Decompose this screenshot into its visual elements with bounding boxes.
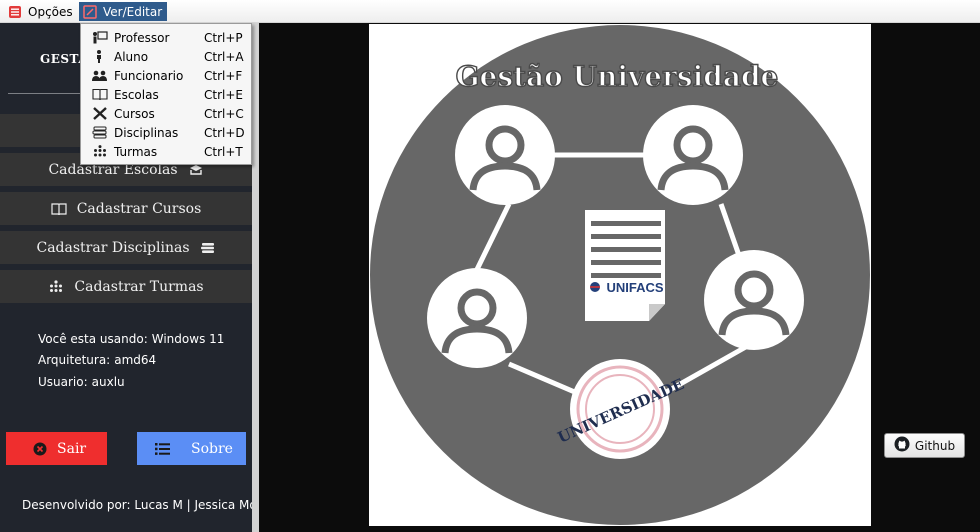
list-icon (155, 442, 171, 460)
sobre-button[interactable]: Sobre (137, 432, 246, 465)
menu-ver-editar-label: Ver/Editar (103, 4, 163, 19)
os-value: Windows 11 (151, 332, 225, 346)
menu-item-professor[interactable]: Professor Ctrl+P (81, 28, 251, 47)
github-icon (894, 436, 910, 455)
menu-item-shortcut: Ctrl+A (204, 49, 244, 64)
edit-icon (83, 4, 97, 19)
logo-title: Gestão Universidade (456, 60, 779, 93)
tools-icon (92, 107, 108, 120)
sair-button[interactable]: Sair (6, 432, 107, 465)
student-icon (92, 50, 108, 63)
menu-ver-editar[interactable]: Ver/Editar (79, 2, 168, 21)
menu-item-shortcut: Ctrl+C (204, 106, 244, 121)
cadastrar-cursos-button[interactable]: Cadastrar Cursos (0, 192, 252, 225)
menu-item-funcionario[interactable]: Funcionario Ctrl+F (81, 66, 251, 85)
cadastrar-disciplinas-button[interactable]: Cadastrar Disciplinas (0, 231, 252, 264)
github-label: Github (914, 438, 956, 453)
university-logo: UNIFACS UNIVERSIDADE Gestão Universidade (369, 24, 871, 526)
arch-value: amd64 (114, 353, 157, 367)
sidebar-button-label: Cadastrar Cursos (76, 200, 202, 217)
ver-editar-dropdown: Professor Ctrl+P Aluno Ctrl+A Funcionari… (80, 23, 252, 165)
menu-item-label: Turmas (114, 144, 158, 159)
user-label: Usuario: (38, 375, 88, 389)
menu-item-shortcut: Ctrl+T (204, 144, 243, 159)
cadastrar-turmas-button[interactable]: Cadastrar Turmas (0, 270, 252, 303)
menu-item-label: Funcionario (114, 68, 184, 83)
sidebar-button-label: Cadastrar Disciplinas (36, 239, 190, 256)
list-icon (8, 5, 22, 19)
menu-item-label: Professor (114, 30, 170, 45)
stack-books-icon (92, 126, 108, 139)
doc-brand: UNIFACS (606, 280, 663, 295)
group-icon (92, 69, 108, 82)
menu-item-cursos[interactable]: Cursos Ctrl+C (81, 104, 251, 123)
arch-label: Arquitetura: (38, 353, 111, 367)
menu-item-label: Disciplinas (114, 125, 179, 140)
sidebar-button-label: Cadastrar Turmas (74, 278, 204, 295)
menu-opcoes[interactable]: Opções (4, 2, 78, 21)
menu-item-shortcut: Ctrl+E (204, 87, 243, 102)
user-info: Usuario: auxlu (38, 375, 125, 389)
menu-item-aluno[interactable]: Aluno Ctrl+A (81, 47, 251, 66)
menu-item-escolas[interactable]: Escolas Ctrl+E (81, 85, 251, 104)
menu-item-label: Escolas (114, 87, 159, 102)
menu-item-disciplinas[interactable]: Disciplinas Ctrl+D (81, 123, 251, 142)
book-icon (51, 202, 67, 216)
menu-bar: Opções Ver/Editar (0, 0, 980, 23)
user-value: auxlu (91, 375, 125, 389)
sobre-label: Sobre (191, 440, 233, 457)
menu-item-turmas[interactable]: Turmas Ctrl+T (81, 142, 251, 161)
sair-label: Sair (57, 440, 87, 457)
split-divider[interactable] (252, 23, 259, 532)
book-icon (92, 88, 108, 101)
arch-info: Arquitetura: amd64 (38, 353, 156, 367)
main-panel: UNIFACS UNIVERSIDADE Gestão Universidade… (259, 23, 980, 532)
class-icon (48, 279, 64, 294)
menu-item-label: Aluno (114, 49, 149, 64)
teacher-icon (92, 31, 108, 44)
menu-item-shortcut: Ctrl+D (204, 125, 245, 140)
os-label: Você esta usando: (38, 332, 148, 346)
github-button[interactable]: Github (884, 433, 965, 458)
close-circle-icon (33, 442, 47, 460)
menu-item-label: Cursos (114, 106, 155, 121)
class-icon (92, 145, 108, 158)
os-info: Você esta usando: Windows 11 (38, 332, 224, 346)
stack-books-icon (200, 241, 216, 255)
menu-item-shortcut: Ctrl+F (204, 68, 243, 83)
credits: Desenvolvido por: Lucas M | Jessica Mota (22, 498, 269, 512)
menu-item-shortcut: Ctrl+P (204, 30, 243, 45)
menu-opcoes-label: Opções (28, 4, 73, 19)
